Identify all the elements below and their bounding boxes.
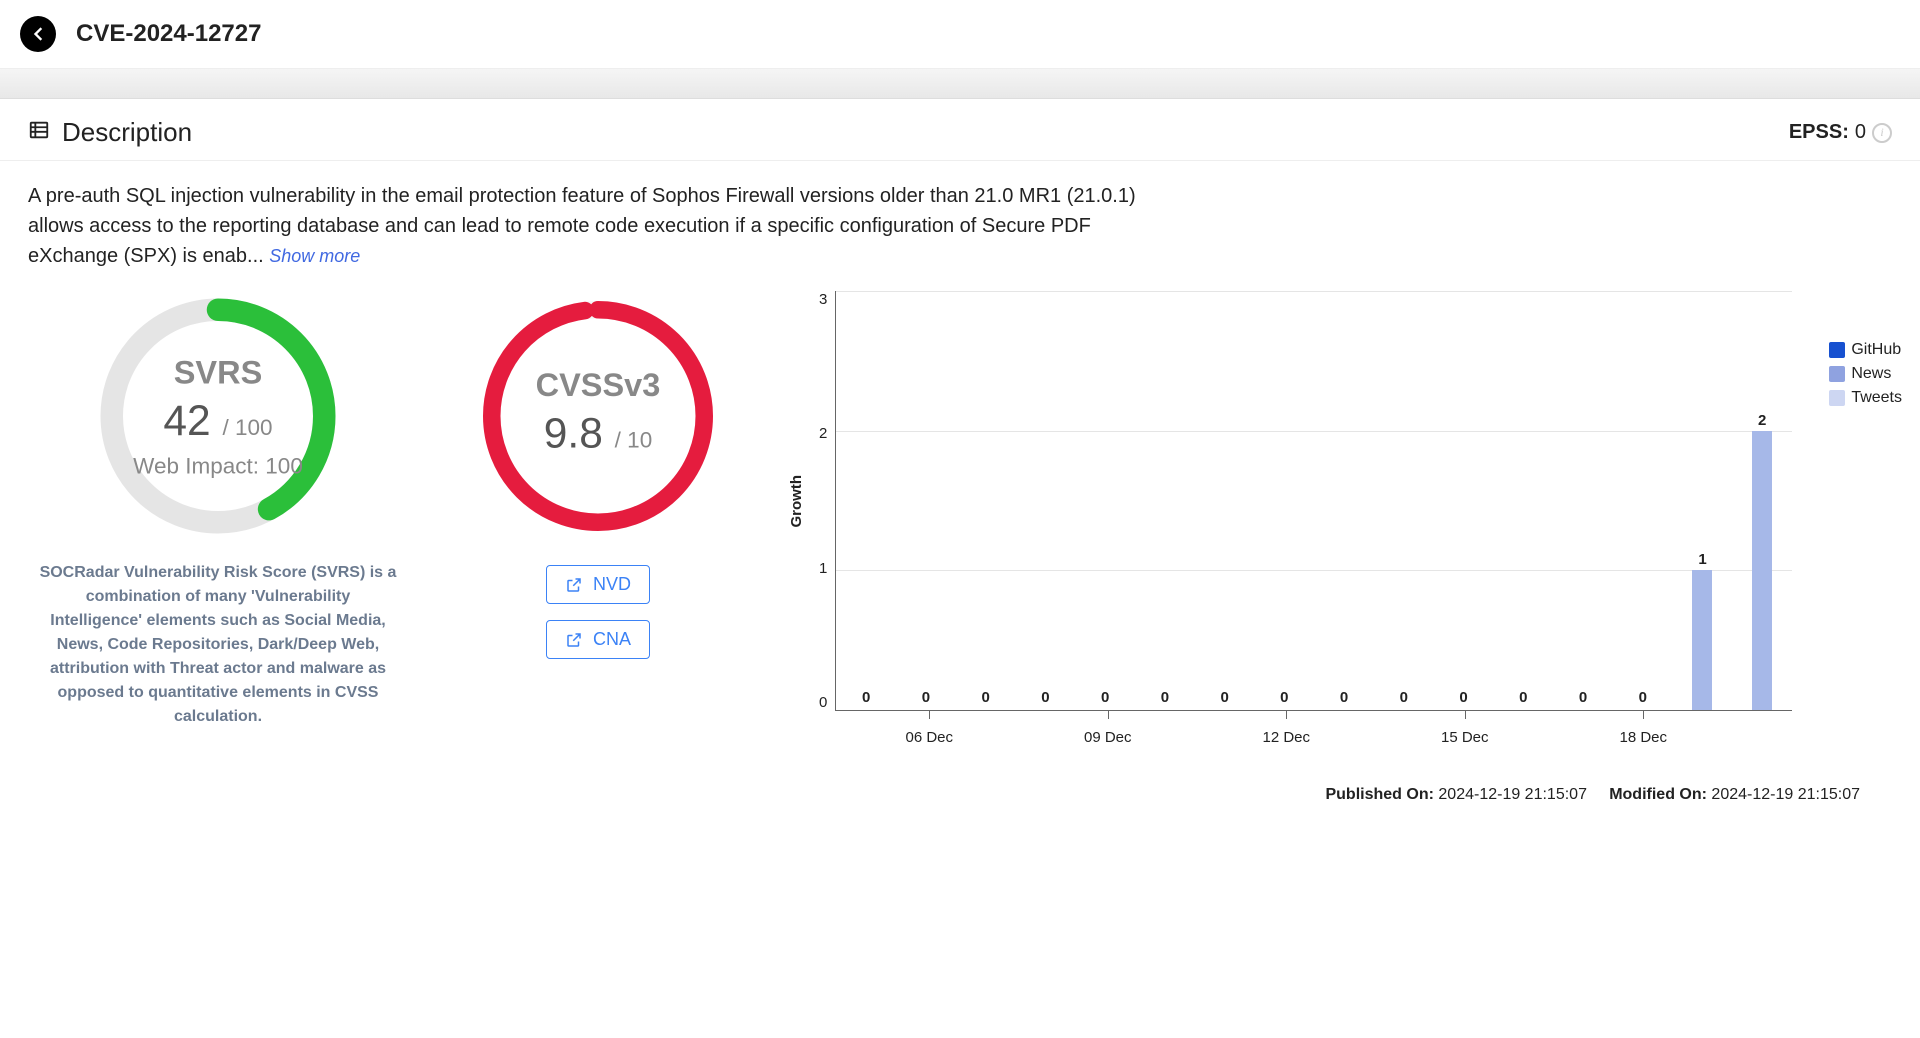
legend-item[interactable]: Tweets	[1829, 389, 1902, 407]
svrs-sub: Web Impact: 100	[118, 454, 318, 479]
epss-value: 0	[1855, 121, 1866, 144]
published-value: 2024-12-19 21:15:07	[1438, 786, 1587, 803]
external-link-icon	[565, 631, 583, 649]
modified-label: Modified On:	[1609, 786, 1707, 803]
legend-item[interactable]: GitHub	[1829, 341, 1902, 359]
svrs-score: 42	[163, 397, 210, 445]
svrs-gauge: SVRS 42 / 100 Web Impact: 100	[93, 291, 343, 541]
svrs-note: SOCRadar Vulnerability Risk Score (SVRS)…	[28, 561, 408, 729]
cvss-denom: / 10	[615, 427, 653, 452]
arrow-left-icon	[28, 24, 48, 44]
page-header: CVE-2024-12727	[0, 0, 1920, 69]
growth-chart: Growth 3210 0000000000000012 06 Dec09 De…	[788, 291, 1892, 746]
panels-row: SVRS 42 / 100 Web Impact: 100 SOCRadar V…	[0, 281, 1920, 766]
published-label: Published On:	[1325, 786, 1433, 803]
description-text: A pre-auth SQL injection vulnerability i…	[0, 161, 1200, 281]
cna-label: CNA	[593, 629, 631, 650]
svrs-panel: SVRS 42 / 100 Web Impact: 100 SOCRadar V…	[28, 291, 408, 729]
epss-label: EPSS:	[1789, 121, 1849, 144]
modified-value: 2024-12-19 21:15:07	[1711, 786, 1860, 803]
chart-plot: 0000000000000012	[835, 291, 1792, 711]
meta-dates: Published On: 2024-12-19 21:15:07 Modifi…	[0, 766, 1920, 824]
list-icon	[28, 119, 50, 146]
legend-item[interactable]: News	[1829, 365, 1902, 383]
chart-ylabel: Growth	[788, 475, 805, 528]
nvd-link[interactable]: NVD	[546, 565, 650, 604]
cna-link[interactable]: CNA	[546, 620, 650, 659]
chart-x-ticks: 06 Dec09 Dec12 Dec15 Dec18 Dec	[788, 711, 1892, 746]
epss-display: EPSS: 0 i	[1789, 121, 1892, 144]
svrs-denom: / 100	[223, 415, 273, 440]
show-more-link[interactable]: Show more	[269, 246, 360, 266]
info-icon[interactable]: i	[1872, 123, 1892, 143]
description-body: A pre-auth SQL injection vulnerability i…	[28, 185, 1136, 267]
cvss-panel: CVSSv3 9.8 / 10 NVD CNA	[448, 291, 748, 659]
cvss-score: 9.8	[544, 410, 603, 458]
external-links: NVD CNA	[546, 565, 650, 659]
chart-y-ticks: 3210	[811, 291, 835, 711]
back-button[interactable]	[20, 16, 56, 52]
section-title: Description	[62, 117, 1789, 148]
svrs-label: SVRS	[118, 354, 318, 393]
cvss-label: CVSSv3	[498, 366, 698, 405]
nvd-label: NVD	[593, 574, 631, 595]
external-link-icon	[565, 576, 583, 594]
cvss-gauge: CVSSv3 9.8 / 10	[473, 291, 723, 541]
description-header: Description EPSS: 0 i	[0, 99, 1920, 161]
page-title: CVE-2024-12727	[76, 20, 261, 48]
banner-strip	[0, 69, 1920, 99]
chart-legend: GitHub News Tweets	[1829, 341, 1902, 413]
